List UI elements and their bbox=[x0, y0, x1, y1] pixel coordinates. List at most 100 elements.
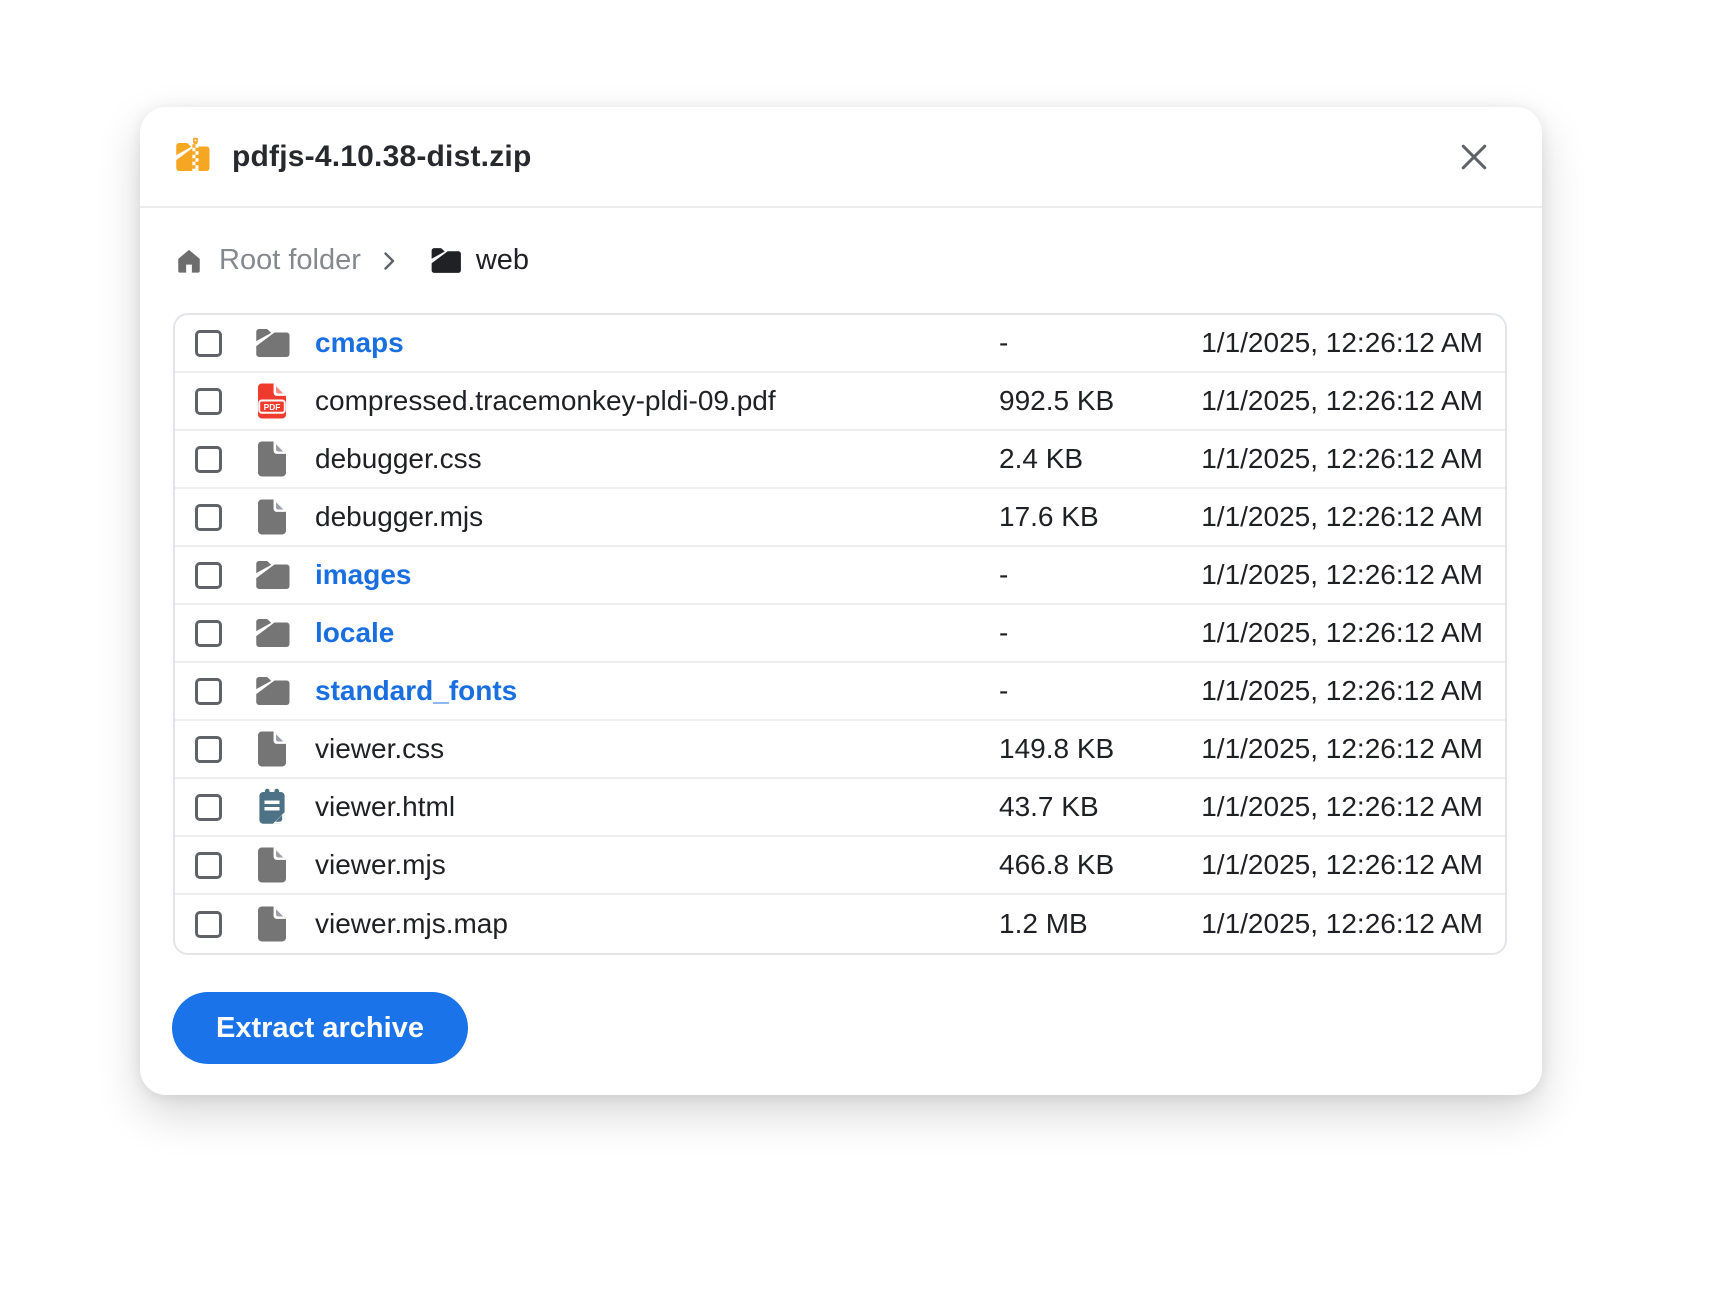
checkbox-cell bbox=[195, 911, 223, 938]
file-size: 2.4 KB bbox=[999, 443, 1199, 475]
row-checkbox[interactable] bbox=[195, 446, 222, 473]
table-row[interactable]: viewer.mjs.map 1.2 MB 1/1/2025, 12:26:12… bbox=[175, 895, 1505, 953]
row-checkbox[interactable] bbox=[195, 736, 222, 763]
folder-link[interactable]: images bbox=[315, 559, 999, 591]
file-table: cmaps - 1/1/2025, 12:26:12 AM PDF compre… bbox=[173, 313, 1507, 955]
file-modified: 1/1/2025, 12:26:12 AM bbox=[1199, 559, 1505, 591]
file-icon bbox=[251, 438, 293, 480]
folder-icon bbox=[251, 322, 293, 364]
file-modified: 1/1/2025, 12:26:12 AM bbox=[1199, 791, 1505, 823]
row-checkbox[interactable] bbox=[195, 911, 222, 938]
file-name: debugger.mjs bbox=[315, 501, 999, 533]
table-row[interactable]: viewer.css 149.8 KB 1/1/2025, 12:26:12 A… bbox=[175, 721, 1505, 779]
checkbox-cell bbox=[195, 736, 223, 763]
folder-icon bbox=[251, 612, 293, 654]
file-size: - bbox=[999, 617, 1199, 649]
table-row[interactable]: debugger.mjs 17.6 KB 1/1/2025, 12:26:12 … bbox=[175, 489, 1505, 547]
checkbox-cell bbox=[195, 852, 223, 879]
row-checkbox[interactable] bbox=[195, 620, 222, 647]
file-icon bbox=[251, 844, 293, 886]
folder-link[interactable]: cmaps bbox=[315, 327, 999, 359]
file-name: viewer.html bbox=[315, 791, 999, 823]
file-size: 17.6 KB bbox=[999, 501, 1199, 533]
row-icon-holder bbox=[249, 552, 295, 598]
file-icon bbox=[251, 728, 293, 770]
row-checkbox[interactable] bbox=[195, 852, 222, 879]
row-icon-holder bbox=[249, 610, 295, 656]
dialog-header: pdfjs-4.10.38-dist.zip bbox=[140, 107, 1542, 208]
row-icon-holder bbox=[249, 726, 295, 772]
table-row[interactable]: locale - 1/1/2025, 12:26:12 AM bbox=[175, 605, 1505, 663]
html-file-icon bbox=[251, 786, 293, 828]
extract-archive-button[interactable]: Extract archive bbox=[172, 992, 468, 1064]
row-icon-holder bbox=[249, 494, 295, 540]
folder-icon bbox=[251, 670, 293, 712]
table-row[interactable]: viewer.mjs 466.8 KB 1/1/2025, 12:26:12 A… bbox=[175, 837, 1505, 895]
file-icon bbox=[251, 903, 293, 945]
checkbox-cell bbox=[195, 794, 223, 821]
file-name: debugger.css bbox=[315, 443, 999, 475]
checkbox-cell bbox=[195, 678, 223, 705]
breadcrumb: Root folder web bbox=[140, 208, 1542, 313]
file-modified: 1/1/2025, 12:26:12 AM bbox=[1199, 501, 1505, 533]
breadcrumb-root-folder[interactable]: Root folder bbox=[219, 244, 361, 277]
pdf-file-icon: PDF bbox=[251, 380, 293, 422]
row-checkbox[interactable] bbox=[195, 794, 222, 821]
table-row[interactable]: debugger.css 2.4 KB 1/1/2025, 12:26:12 A… bbox=[175, 431, 1505, 489]
current-folder-icon bbox=[427, 242, 464, 279]
row-checkbox[interactable] bbox=[195, 504, 222, 531]
row-icon-holder bbox=[249, 842, 295, 888]
file-size: 1.2 MB bbox=[999, 908, 1199, 940]
checkbox-cell bbox=[195, 620, 223, 647]
file-size: 43.7 KB bbox=[999, 791, 1199, 823]
folder-link[interactable]: locale bbox=[315, 617, 999, 649]
file-name: viewer.mjs.map bbox=[315, 908, 999, 940]
row-icon-holder: PDF bbox=[249, 378, 295, 424]
checkbox-cell bbox=[195, 330, 223, 357]
checkbox-cell bbox=[195, 388, 223, 415]
file-size: 466.8 KB bbox=[999, 849, 1199, 881]
checkbox-cell bbox=[195, 446, 223, 473]
home-icon[interactable] bbox=[174, 246, 204, 276]
table-row[interactable]: viewer.html 43.7 KB 1/1/2025, 12:26:12 A… bbox=[175, 779, 1505, 837]
row-icon-holder bbox=[249, 320, 295, 366]
close-button[interactable] bbox=[1450, 133, 1498, 181]
file-name: viewer.mjs bbox=[315, 849, 999, 881]
window-title: pdfjs-4.10.38-dist.zip bbox=[232, 140, 531, 174]
file-modified: 1/1/2025, 12:26:12 AM bbox=[1199, 849, 1505, 881]
file-size: 149.8 KB bbox=[999, 733, 1199, 765]
file-size: - bbox=[999, 675, 1199, 707]
file-modified: 1/1/2025, 12:26:12 AM bbox=[1199, 327, 1505, 359]
table-row[interactable]: images - 1/1/2025, 12:26:12 AM bbox=[175, 547, 1505, 605]
file-size: - bbox=[999, 327, 1199, 359]
close-icon bbox=[1455, 138, 1493, 176]
row-icon-holder bbox=[249, 901, 295, 947]
chevron-right-icon bbox=[377, 249, 401, 273]
breadcrumb-current-folder: web bbox=[476, 244, 529, 277]
folder-icon bbox=[251, 554, 293, 596]
folder-link[interactable]: standard_fonts bbox=[315, 675, 999, 707]
file-size: 992.5 KB bbox=[999, 385, 1199, 417]
file-icon bbox=[251, 496, 293, 538]
table-row[interactable]: PDF compressed.tracemonkey-pldi-09.pdf 9… bbox=[175, 373, 1505, 431]
file-modified: 1/1/2025, 12:26:12 AM bbox=[1199, 675, 1505, 707]
row-checkbox[interactable] bbox=[195, 330, 222, 357]
row-checkbox[interactable] bbox=[195, 678, 222, 705]
file-modified: 1/1/2025, 12:26:12 AM bbox=[1199, 385, 1505, 417]
file-modified: 1/1/2025, 12:26:12 AM bbox=[1199, 908, 1505, 940]
row-checkbox[interactable] bbox=[195, 562, 222, 589]
file-modified: 1/1/2025, 12:26:12 AM bbox=[1199, 733, 1505, 765]
file-modified: 1/1/2025, 12:26:12 AM bbox=[1199, 617, 1505, 649]
pdf-badge-label: PDF bbox=[264, 402, 281, 412]
row-icon-holder bbox=[249, 436, 295, 482]
checkbox-cell bbox=[195, 504, 223, 531]
file-name: compressed.tracemonkey-pldi-09.pdf bbox=[315, 385, 999, 417]
file-modified: 1/1/2025, 12:26:12 AM bbox=[1199, 443, 1505, 475]
zip-viewer-dialog: pdfjs-4.10.38-dist.zip Root folder web bbox=[140, 107, 1542, 1095]
file-size: - bbox=[999, 559, 1199, 591]
row-icon-holder bbox=[249, 784, 295, 830]
row-checkbox[interactable] bbox=[195, 388, 222, 415]
row-icon-holder bbox=[249, 668, 295, 714]
table-row[interactable]: standard_fonts - 1/1/2025, 12:26:12 AM bbox=[175, 663, 1505, 721]
table-row[interactable]: cmaps - 1/1/2025, 12:26:12 AM bbox=[175, 315, 1505, 373]
